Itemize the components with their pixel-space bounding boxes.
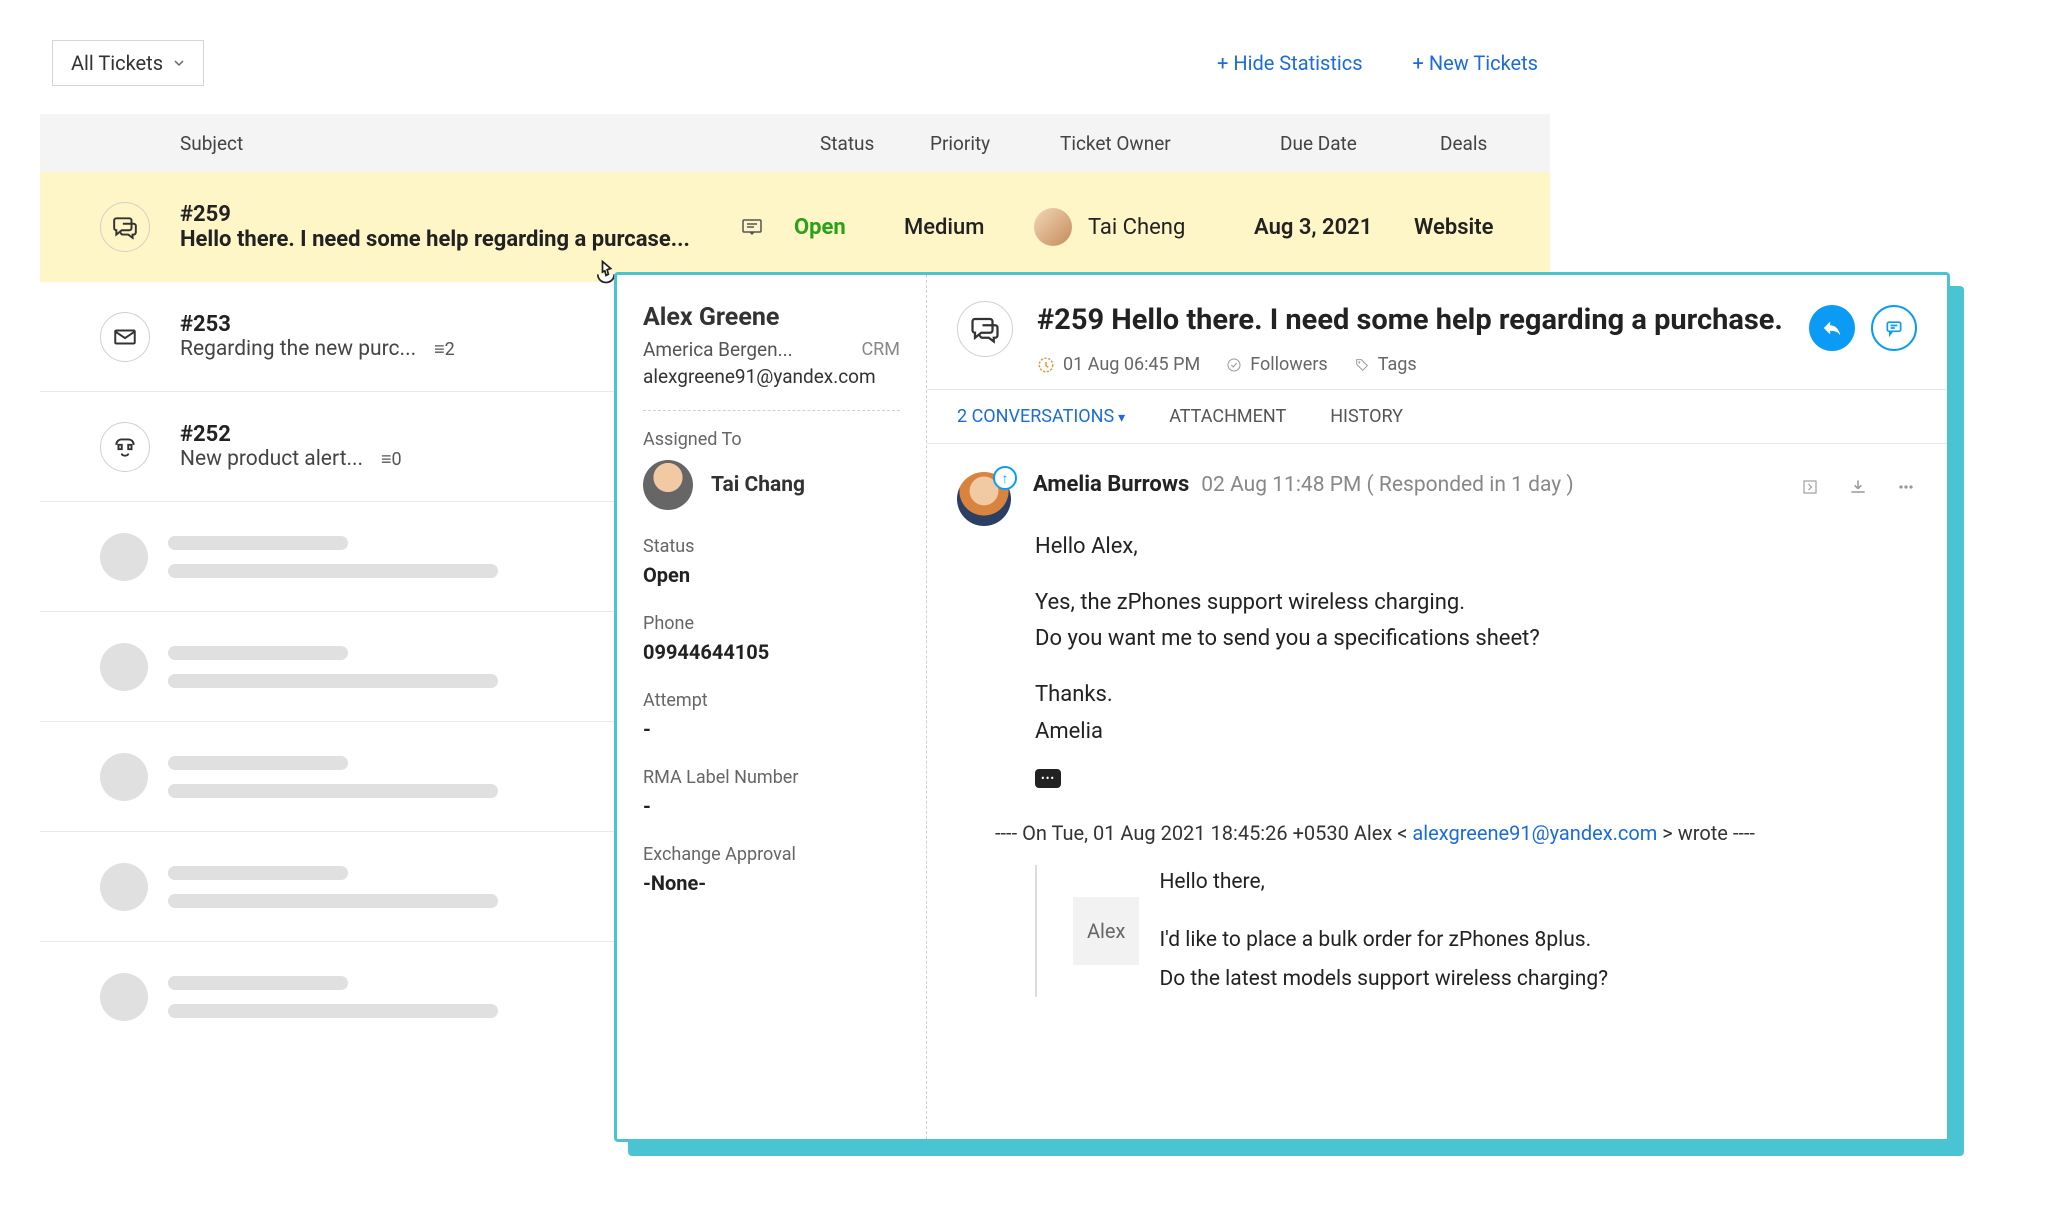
rma-label: RMA Label Number <box>643 767 900 788</box>
quoted-line: I'd like to place a bulk order for zPhon… <box>1159 923 1608 958</box>
phone-value: 09944644105 <box>643 640 900 664</box>
quoted-block: Alex Hello there, I'd like to place a bu… <box>1035 865 1917 997</box>
col-deals: Deals <box>1440 132 1550 155</box>
quote-email-link[interactable]: alexgreene91@yandex.com <box>1412 821 1657 845</box>
new-tickets-link[interactable]: + New Tickets <box>1413 51 1538 75</box>
contact-company: America Bergen... <box>643 338 793 361</box>
due-value: Aug 3, 2021 <box>1254 215 1414 240</box>
reply-badge-icon: ↑ <box>993 466 1017 490</box>
phone-icon <box>100 422 150 472</box>
sender-name: Amelia Burrows <box>1033 472 1189 497</box>
quoted-line: Hello there, <box>1159 865 1608 900</box>
owner-cell: Tai Cheng <box>1034 208 1254 246</box>
ticket-timestamp: 01 Aug 06:45 PM <box>1063 354 1200 375</box>
col-subject: Subject <box>180 132 820 155</box>
filter-dropdown[interactable]: All Tickets <box>52 40 204 86</box>
followers-link[interactable]: Followers <box>1226 354 1328 375</box>
header-actions <box>1809 301 1917 351</box>
ticket-id: #259 <box>180 202 740 227</box>
download-icon[interactable] <box>1847 476 1869 498</box>
attempt-value: - <box>643 717 900 741</box>
table-header: Subject Status Priority Ticket Owner Due… <box>40 114 1550 172</box>
ticket-subject: New product alert... <box>180 447 363 471</box>
crm-link[interactable]: CRM <box>861 339 900 360</box>
col-owner: Ticket Owner <box>1060 132 1280 155</box>
check-circle-icon <box>1226 357 1242 373</box>
ticket-subject: Regarding the new purc... <box>180 337 416 361</box>
priority-value: Medium <box>904 215 1034 240</box>
col-due: Due Date <box>1280 132 1440 155</box>
tab-attachment[interactable]: ATTACHMENT <box>1169 406 1286 427</box>
quoted-sender: Alex <box>1073 897 1139 965</box>
top-links: + Hide Statistics + New Tickets <box>1217 51 1538 75</box>
ticket-row[interactable]: #259 Hello there. I need some help regar… <box>40 172 1550 282</box>
chat-bubble-icon <box>957 301 1013 357</box>
phone-label: Phone <box>643 613 900 634</box>
assigned-to-label: Assigned To <box>643 429 900 450</box>
owner-avatar <box>1034 208 1072 246</box>
conversation-text: Hello Alex, Yes, the zPhones support wir… <box>1035 530 1917 793</box>
followers-label: Followers <box>1250 354 1328 375</box>
assignee-row[interactable]: Tai Chang <box>643 460 900 510</box>
conversation-body: ↑ Amelia Burrows 02 Aug 11:48 PM ( Respo… <box>927 444 1947 1024</box>
detail-tabs: 2 CONVERSATIONS ATTACHMENT HISTORY <box>927 389 1947 444</box>
assignee-name: Tai Chang <box>711 473 805 497</box>
chat-icon <box>100 202 150 252</box>
top-bar: All Tickets + Hide Statistics + New Tick… <box>40 40 1550 86</box>
ticket-meta-row: 01 Aug 06:45 PM Followers Tags <box>1037 354 1785 375</box>
body-line: Thanks. <box>1035 678 1917 712</box>
filter-label: All Tickets <box>71 51 163 75</box>
message-count: ≡2 <box>434 339 455 360</box>
ticket-detail-panel: Alex Greene America Bergen... CRM alexgr… <box>614 272 1950 1142</box>
tag-icon <box>1354 357 1370 373</box>
status-value: Open <box>794 215 904 240</box>
body-line: Do you want me to send you a specificati… <box>1035 622 1917 656</box>
clock-icon <box>1037 356 1055 374</box>
more-icon[interactable] <box>1895 476 1917 498</box>
contact-email: alexgreene91@yandex.com <box>643 365 900 388</box>
message-count: ≡0 <box>381 449 402 470</box>
email-icon <box>100 312 150 362</box>
body-line: Yes, the zPhones support wireless chargi… <box>1035 586 1917 620</box>
chevron-down-icon <box>173 57 185 69</box>
status-label: Status <box>643 536 900 557</box>
comment-button[interactable] <box>1871 305 1917 351</box>
col-status: Status <box>820 132 930 155</box>
tags-label: Tags <box>1378 354 1417 375</box>
body-greeting: Hello Alex, <box>1035 530 1917 564</box>
expand-icon[interactable] <box>1799 476 1821 498</box>
contact-name: Alex Greene <box>643 303 900 332</box>
tab-conversations[interactable]: 2 CONVERSATIONS <box>957 406 1125 427</box>
sent-time: 02 Aug 11:48 PM ( Responded in 1 day ) <box>1201 473 1573 497</box>
tags-link[interactable]: Tags <box>1354 354 1417 375</box>
quoted-line: Do the latest models support wireless ch… <box>1159 962 1608 997</box>
row-subject: #259 Hello there. I need some help regar… <box>180 202 740 252</box>
body-line: Amelia <box>1035 715 1917 749</box>
reply-button[interactable] <box>1809 305 1855 351</box>
owner-name: Tai Cheng <box>1088 215 1185 240</box>
assignee-avatar <box>643 460 693 510</box>
detail-sidebar: Alex Greene America Bergen... CRM alexgr… <box>617 275 927 1139</box>
ticket-subject: Hello there. I need some help regarding … <box>180 227 740 252</box>
attempt-label: Attempt <box>643 690 900 711</box>
hide-statistics-link[interactable]: + Hide Statistics <box>1217 51 1363 75</box>
tab-history[interactable]: HISTORY <box>1330 406 1403 427</box>
message-icon <box>740 215 764 239</box>
rma-value: - <box>643 794 900 818</box>
exchange-label: Exchange Approval <box>643 844 900 865</box>
exchange-value: -None- <box>643 871 900 895</box>
detail-main: #259 Hello there. I need some help regar… <box>927 275 1947 1139</box>
detail-header: #259 Hello there. I need some help regar… <box>927 275 1947 389</box>
quote-header: ---- On Tue, 01 Aug 2021 18:45:26 +0530 … <box>995 821 1917 845</box>
status-field-value: Open <box>643 563 900 587</box>
deals-value: Website <box>1414 215 1550 240</box>
ticket-title: #259 Hello there. I need some help regar… <box>1037 301 1785 340</box>
col-priority: Priority <box>930 132 1060 155</box>
expand-quote-button[interactable]: ••• <box>1035 769 1061 788</box>
